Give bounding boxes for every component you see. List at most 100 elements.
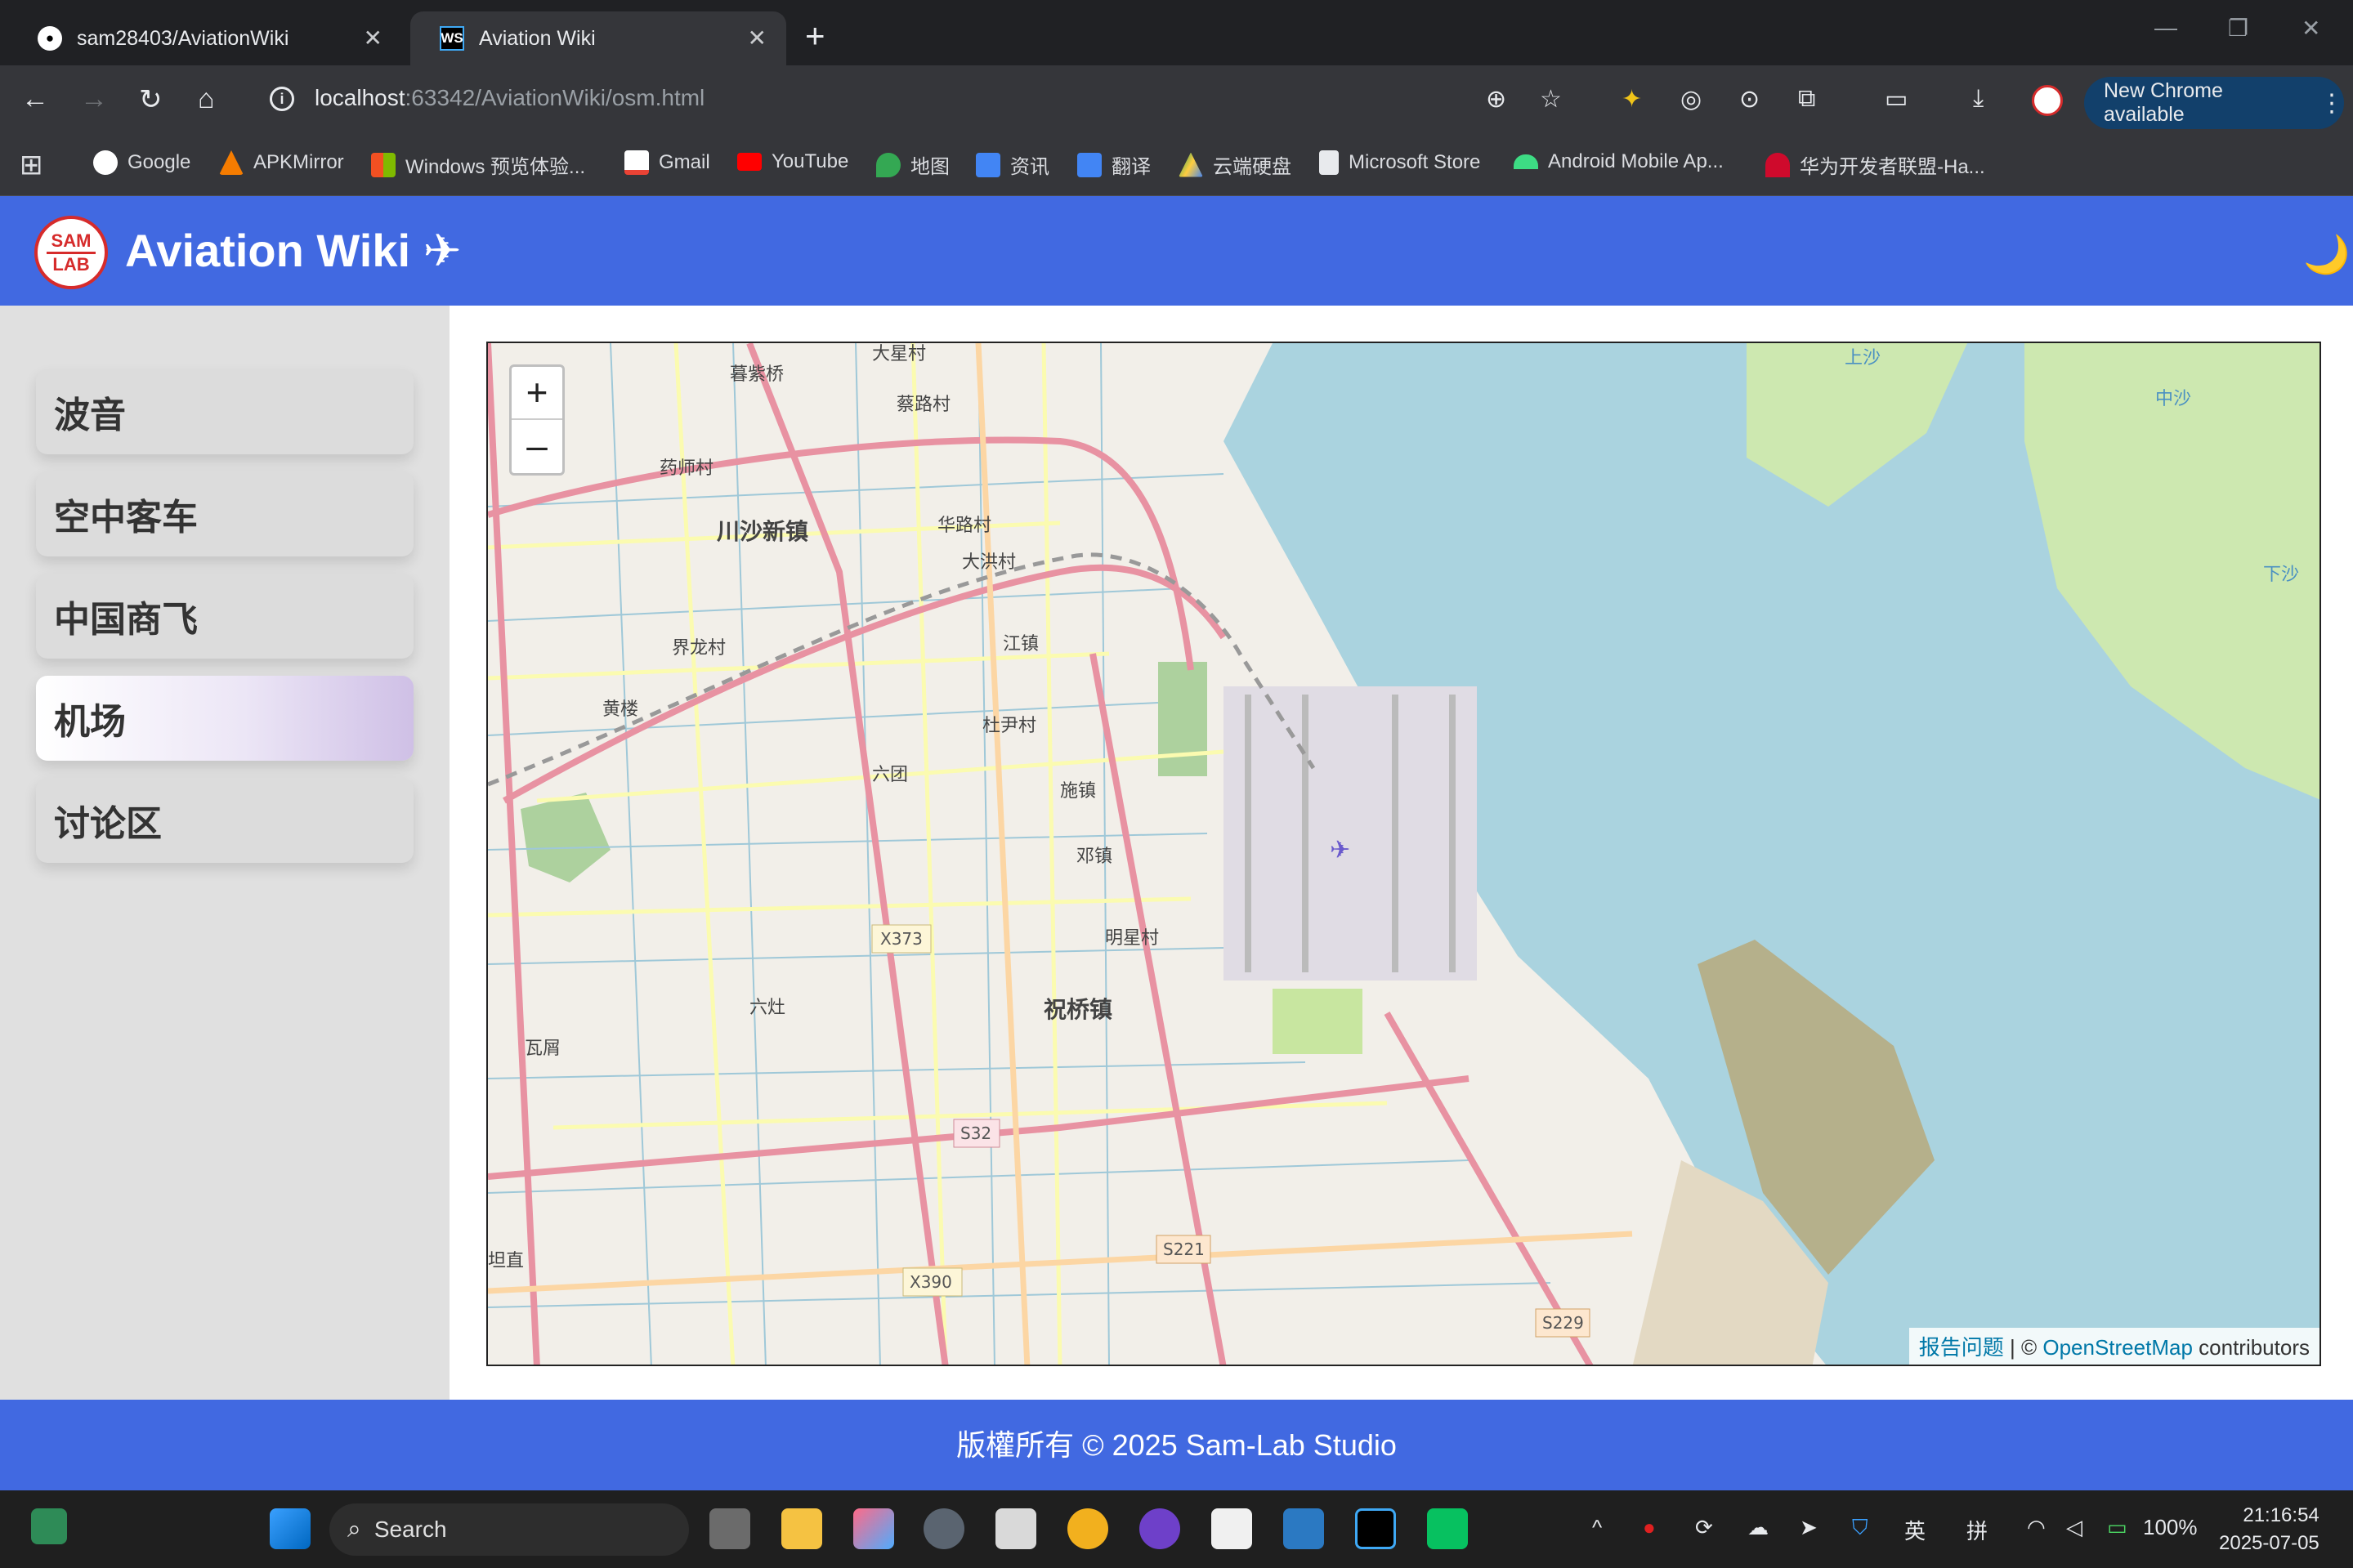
tab-github[interactable]: ● sam28403/AviationWiki ✕: [8, 11, 402, 65]
ime-language[interactable]: 英: [1904, 1515, 1926, 1545]
label-duyincun: 杜尹村: [982, 716, 1036, 736]
label-dahongcun: 大洪村: [962, 552, 1016, 573]
antivirus-icon[interactable]: ●: [1643, 1515, 1656, 1540]
widgets-icon[interactable]: [31, 1508, 67, 1544]
notepad-icon[interactable]: [1283, 1508, 1324, 1549]
nav-comac[interactable]: 中国商飞: [36, 574, 414, 659]
settings-gear-icon[interactable]: [924, 1508, 964, 1549]
zoom-out-button[interactable]: –: [512, 420, 562, 473]
webstorm-taskbar-icon[interactable]: [1355, 1508, 1396, 1549]
nav-airbus[interactable]: 空中客车: [36, 471, 414, 556]
nav-discussion[interactable]: 讨论区: [36, 778, 414, 863]
bookmark-news[interactable]: 资讯: [976, 150, 1049, 179]
tab-aviation-wiki[interactable]: WS Aviation Wiki ✕: [410, 11, 786, 65]
osm-link[interactable]: OpenStreetMap: [2042, 1335, 2193, 1360]
bookmark-gmail[interactable]: Gmail: [624, 150, 710, 175]
ime-mode[interactable]: 拼: [1966, 1515, 1988, 1545]
battery-icon[interactable]: ▭: [2107, 1515, 2127, 1540]
maps-pin-icon: [876, 152, 901, 177]
nav-airports[interactable]: 机场: [36, 676, 414, 761]
extension-eye-icon[interactable]: ◎: [1680, 85, 1702, 114]
address-bar[interactable]: localhost:63342/AviationWiki/osm.html: [315, 85, 705, 111]
chrome-canary-icon[interactable]: [1067, 1508, 1108, 1549]
home-icon[interactable]: ⌂: [198, 83, 215, 115]
wifi-icon[interactable]: ◠: [2027, 1515, 2046, 1540]
start-windows-icon[interactable]: [270, 1508, 311, 1549]
bookmark-huawei[interactable]: 华为开发者联盟-Ha...: [1765, 150, 1985, 179]
profile-avatar[interactable]: [2032, 85, 2063, 116]
zoom-icon[interactable]: ⊕: [1486, 85, 1506, 114]
snipping-tool-icon[interactable]: [995, 1508, 1036, 1549]
bookmarks-bar: ⊞ Google APKMirror Windows 预览体验... Gmail…: [0, 141, 2353, 196]
bookmark-apkmirror[interactable]: APKMirror: [219, 150, 344, 175]
url-port: :63342: [405, 85, 476, 110]
site-info-icon[interactable]: i: [270, 87, 294, 111]
security-shield-icon[interactable]: ⛉: [1852, 1515, 1868, 1541]
tray-overflow-icon[interactable]: ^: [1592, 1515, 1602, 1540]
bookmark-windows-insider[interactable]: Windows 预览体验...: [371, 150, 585, 179]
extension-glasses-icon[interactable]: ⊙: [1739, 85, 1760, 114]
label-shizhen: 施镇: [1060, 781, 1096, 802]
label-mingxingcun: 明星村: [1105, 928, 1159, 949]
gmail-icon: [624, 150, 649, 175]
sync-icon[interactable]: ⟳: [1695, 1515, 1713, 1540]
windows-icon: [371, 152, 396, 177]
new-tab-button[interactable]: +: [805, 16, 825, 56]
bookmark-youtube[interactable]: YouTube: [737, 150, 848, 173]
label-jiangzhen: 江镇: [1003, 634, 1039, 654]
nav-boeing[interactable]: 波音: [36, 369, 414, 454]
map-tiles[interactable]: ✈ 暮紫桥 大星村 蔡路村 药师村 川沙新镇 华路村 大洪村 界龙村 江镇 黄楼…: [488, 343, 2321, 1366]
back-icon[interactable]: ←: [21, 83, 49, 115]
bookmark-star-icon[interactable]: ☆: [1540, 85, 1562, 114]
label-xiasha: 下沙: [2263, 565, 2299, 585]
taskbar-search[interactable]: ⌕ Search: [329, 1503, 689, 1556]
bookmark-google[interactable]: Google: [93, 150, 190, 175]
tab-title: Aviation Wiki: [479, 26, 596, 50]
menu-dots-icon[interactable]: ⋮: [2319, 89, 2344, 118]
bookmark-ms-store[interactable]: Microsoft Store: [1319, 150, 1480, 175]
bookmark-drive[interactable]: 云端硬盘: [1179, 150, 1291, 179]
onedrive-icon[interactable]: ☁: [1747, 1515, 1769, 1540]
github-icon: ●: [38, 26, 62, 51]
reload-icon[interactable]: ↻: [139, 83, 163, 116]
close-tab-icon[interactable]: ✕: [748, 25, 767, 51]
github-desktop-icon[interactable]: [1139, 1508, 1180, 1549]
download-icon[interactable]: ⤓: [1973, 85, 1984, 113]
web-page: SAM LAB Aviation Wiki ✈ 🌙 波音 空中客车 中国商飞 机…: [0, 196, 2353, 1490]
bookmark-translate[interactable]: 翻译: [1077, 150, 1151, 179]
telegram-icon[interactable]: ➤: [1800, 1515, 1818, 1540]
shield-x373: X373: [880, 929, 923, 949]
report-issue-link[interactable]: 报告问题: [1919, 1335, 2004, 1360]
news-icon: [976, 152, 1000, 177]
tab-search-icon[interactable]: ▭: [1885, 85, 1908, 114]
sam-lab-logo[interactable]: SAM LAB: [34, 216, 108, 289]
clock-time: 21:16:54: [2243, 1504, 2319, 1526]
extension-icon[interactable]: ✦: [1622, 85, 1642, 114]
restore-icon[interactable]: ❐: [2228, 15, 2248, 42]
file-explorer-icon[interactable]: [781, 1508, 822, 1549]
bookmark-android[interactable]: Android Mobile Ap...: [1514, 150, 1724, 173]
clock[interactable]: 21:16:54 2025-07-05: [2219, 1502, 2319, 1557]
tab-title: sam28403/AviationWiki: [77, 26, 289, 50]
close-window-icon[interactable]: ✕: [2302, 15, 2320, 42]
huawei-icon: [1765, 152, 1790, 177]
copilot-icon[interactable]: [853, 1508, 894, 1549]
wechat-icon[interactable]: [1427, 1508, 1468, 1549]
bookmark-maps[interactable]: 地图: [876, 150, 950, 179]
forward-icon[interactable]: →: [80, 83, 108, 115]
label-liutuan: 六团: [872, 765, 908, 785]
label-liuzao: 六灶: [749, 998, 785, 1018]
minimize-icon[interactable]: —: [2154, 15, 2177, 41]
dark-mode-toggle-icon[interactable]: 🌙: [2303, 232, 2350, 277]
osm-map[interactable]: ✈ 暮紫桥 大星村 蔡路村 药师村 川沙新镇 华路村 大洪村 界龙村 江镇 黄楼…: [486, 342, 2321, 1366]
typora-icon[interactable]: [1211, 1508, 1252, 1549]
close-tab-icon[interactable]: ✕: [364, 25, 382, 51]
volume-icon[interactable]: ◁: [2066, 1515, 2082, 1540]
label-zhuqiao: 祝桥镇: [1044, 996, 1112, 1023]
extensions-puzzle-icon[interactable]: ⧉: [1798, 85, 1815, 113]
task-view-icon[interactable]: [709, 1508, 750, 1549]
search-placeholder: Search: [374, 1517, 447, 1542]
apps-grid-icon[interactable]: ⊞: [20, 149, 43, 181]
chrome-update-button[interactable]: New Chrome available ⋮: [2084, 77, 2344, 129]
zoom-in-button[interactable]: +: [512, 367, 562, 420]
